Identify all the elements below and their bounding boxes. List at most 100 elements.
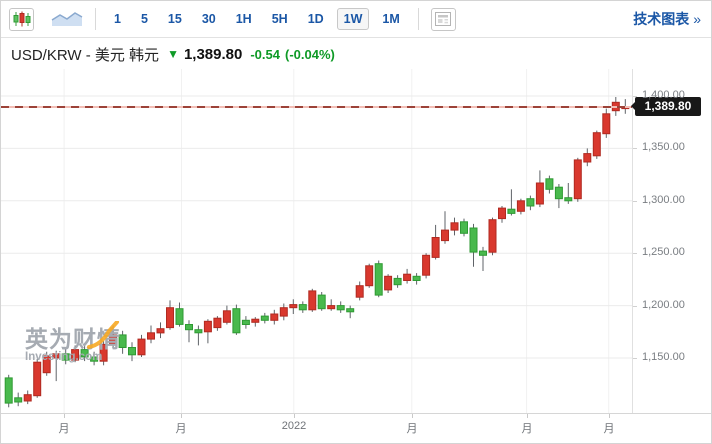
y-axis-label: 1,250.00 (642, 246, 685, 258)
x-axis-tick (294, 414, 295, 418)
investing-watermark-link[interactable]: 英为财情 Investing.com (25, 327, 121, 363)
candle-up (517, 201, 524, 212)
x-axis-label: 月 (59, 420, 70, 436)
toolbar-divider (418, 8, 419, 30)
tech-chart-link[interactable]: 技术图表» (633, 9, 701, 29)
forex-chart-widget: 1515301H5H1D1W1M 技术图表» USD/KRW - 美元 韩元 ▼… (0, 0, 712, 444)
candle-down (233, 309, 240, 333)
candle-up (603, 114, 610, 134)
x-axis-tick (64, 414, 65, 418)
candle-up (451, 223, 458, 230)
candle-down (555, 187, 562, 199)
candlestick-chart-button[interactable] (9, 8, 34, 31)
timeframe-button-15[interactable]: 15 (161, 8, 189, 30)
candle-up (366, 266, 373, 286)
current-price-line (1, 106, 632, 108)
last-price: 1,389.80 (184, 46, 242, 63)
y-axis-label: 1,300.00 (642, 194, 685, 206)
candle-down (5, 378, 12, 403)
candle-down (242, 320, 249, 324)
toolbar-divider (95, 8, 96, 30)
news-layout-button[interactable] (431, 8, 456, 31)
line-chart-button[interactable] (50, 11, 84, 27)
candle-up (148, 333, 155, 339)
candle-up (290, 305, 297, 308)
price-change-percent: (-0.04%) (285, 47, 335, 62)
candle-down (347, 309, 354, 312)
y-axis-tick (633, 96, 637, 97)
chart-toolbar: 15 15 30 1H 5H 1D 1W1M 技术图表» (1, 1, 711, 38)
price-axis[interactable]: 1,389.80 1,400.001,350.001,300.001,250.0… (632, 69, 711, 413)
tech-chart-arrow-glyph: » (693, 11, 701, 27)
candle-up (574, 160, 581, 199)
candle-up (432, 238, 439, 258)
candle-up (280, 308, 287, 316)
candle-up (584, 154, 591, 162)
watermark-en-text: Investing.com (25, 351, 121, 363)
candle-down (470, 228, 477, 252)
timeframe-button-5h[interactable]: 5H (265, 8, 295, 30)
candle-up (223, 311, 230, 323)
y-axis-tick (633, 306, 637, 307)
candle-up (593, 133, 600, 156)
candle-down (394, 278, 401, 284)
y-axis-tick (633, 253, 637, 254)
timeframe-button-1d[interactable]: 1D (301, 8, 331, 30)
candle-up (138, 339, 145, 355)
price-change: -0.54 (250, 47, 280, 62)
timeframe-button-1[interactable]: 1 (107, 8, 128, 30)
x-axis-label: 月 (407, 420, 418, 436)
timeframe-button-1m[interactable]: 1M (375, 8, 406, 30)
candle-up (328, 306, 335, 309)
candle-up (309, 291, 316, 310)
candle-down (337, 306, 344, 310)
candle-up (442, 230, 449, 241)
timeframe-button-1h[interactable]: 1H (229, 8, 259, 30)
timeframe-button-30[interactable]: 30 (195, 8, 223, 30)
candle-up (499, 208, 506, 219)
candle-down (195, 330, 202, 333)
candle-up (489, 220, 496, 253)
tech-chart-label: 技术图表 (633, 11, 689, 27)
candle-down (527, 199, 534, 206)
line-chart-icon (51, 11, 83, 27)
time-axis[interactable]: 月月2022月月月 (1, 413, 711, 444)
y-axis-label: 1,200.00 (642, 299, 685, 311)
candle-up (34, 362, 41, 396)
x-axis-tick (412, 414, 413, 418)
candle-down (299, 305, 306, 310)
y-axis-label: 1,150.00 (642, 351, 685, 363)
candle-up (423, 255, 430, 275)
candle-up (24, 395, 31, 401)
candle-up (252, 319, 259, 322)
candle-down (186, 325, 193, 330)
candle-up (536, 183, 543, 204)
y-axis-label: 1,400.00 (642, 89, 685, 101)
layout-icon (435, 12, 451, 26)
candle-down (129, 348, 136, 355)
candle-down (176, 309, 183, 325)
candle-down (318, 295, 325, 309)
candle-up (385, 276, 392, 290)
candle-down (375, 264, 382, 295)
candle-down (261, 316, 268, 320)
price-direction-icon: ▼ (167, 47, 179, 61)
x-axis-tick (609, 414, 610, 418)
y-axis-tick (633, 201, 637, 202)
candle-down (565, 198, 572, 201)
candlestick-icon (13, 11, 31, 27)
candle-up (167, 308, 174, 328)
candle-down (15, 398, 22, 402)
candle-down (480, 251, 487, 255)
candle-down (461, 222, 468, 234)
candle-up (271, 314, 278, 320)
candle-up (214, 318, 221, 327)
investing-logo-icon (87, 321, 121, 351)
timeframe-button-5[interactable]: 5 (134, 8, 155, 30)
timeframe-button-1w[interactable]: 1W (337, 8, 370, 30)
y-axis-label: 1,350.00 (642, 141, 685, 153)
x-axis-label: 2022 (282, 420, 306, 432)
x-axis-tick (527, 414, 528, 418)
x-axis-label: 月 (522, 420, 533, 436)
chart-region: 1,389.80 1,400.001,350.001,300.001,250.0… (1, 69, 711, 443)
